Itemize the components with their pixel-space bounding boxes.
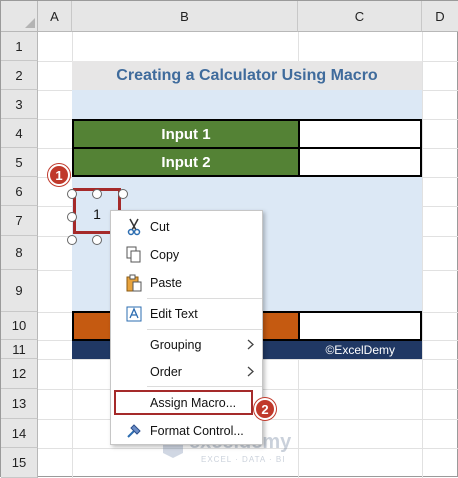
row-header-12[interactable]: 12 — [1, 359, 38, 389]
menu-item-cut[interactable]: Cut — [111, 213, 262, 240]
grouping-icon — [123, 335, 145, 355]
menu-item-paste-label: Paste — [150, 275, 182, 290]
menu-separator — [147, 298, 262, 299]
row-header-4[interactable]: 4 — [1, 119, 38, 148]
row-header-6[interactable]: 6 — [1, 177, 38, 206]
resize-handle-middle-left[interactable] — [67, 212, 77, 222]
column-header-b[interactable]: B — [72, 1, 298, 32]
menu-item-paste[interactable]: Paste — [111, 269, 262, 296]
resize-handle-bottom-left[interactable] — [67, 235, 77, 245]
chevron-right-icon — [247, 339, 254, 350]
column-header-c[interactable]: C — [298, 1, 422, 32]
menu-item-order-label: Order — [150, 364, 182, 379]
menu-separator — [147, 329, 262, 330]
row-header-5[interactable]: 5 — [1, 148, 38, 177]
chevron-right-icon — [247, 366, 254, 377]
row-header-9[interactable]: 9 — [1, 270, 38, 312]
column-header-d[interactable]: D — [422, 1, 458, 32]
resize-handle-top-left[interactable] — [67, 189, 77, 199]
menu-item-edit-text[interactable]: Edit Text — [111, 300, 262, 327]
row-header-14[interactable]: 14 — [1, 419, 38, 448]
row-header-8[interactable]: 8 — [1, 236, 38, 270]
menu-item-format-control[interactable]: Format Control... — [111, 417, 262, 444]
calculator-title: Creating a Calculator Using Macro — [72, 61, 422, 90]
row-header-13[interactable]: 13 — [1, 389, 38, 419]
menu-item-cut-label: Cut — [150, 219, 170, 234]
select-all-triangle — [25, 18, 35, 28]
column-header-a[interactable]: A — [38, 1, 72, 32]
input2-label: Input 2 — [72, 147, 300, 177]
copy-icon — [123, 245, 145, 265]
gridline-col-d — [422, 32, 423, 478]
resize-handle-top-middle[interactable] — [92, 189, 102, 199]
scissors-icon — [123, 217, 145, 237]
spreadsheet-window: A B C D 1 2 3 4 5 6 7 8 9 10 11 12 13 14… — [0, 0, 458, 478]
edit-text-icon — [123, 304, 145, 324]
format-control-icon — [123, 421, 145, 441]
menu-item-edit-text-label: Edit Text — [150, 306, 198, 321]
row-header-10[interactable]: 10 — [1, 312, 38, 340]
footer-brand-text: ©ExcelDemy — [325, 343, 395, 357]
resize-handle-bottom-middle[interactable] — [92, 235, 102, 245]
order-icon — [123, 362, 145, 382]
menu-item-copy[interactable]: Copy — [111, 241, 262, 268]
input1-label: Input 1 — [72, 119, 300, 149]
menu-item-format-control-label: Format Control... — [150, 423, 244, 438]
resize-handle-top-right[interactable] — [118, 189, 128, 199]
row-header-11[interactable]: 11 — [1, 340, 38, 359]
menu-separator — [147, 386, 262, 387]
clipboard-paste-icon — [123, 273, 145, 293]
row-header-7[interactable]: 7 — [1, 206, 38, 236]
row-header-15[interactable]: 15 — [1, 448, 38, 478]
input1-cell[interactable] — [298, 119, 422, 149]
row-header-2[interactable]: 2 — [1, 61, 38, 90]
menu-item-grouping-label: Grouping — [150, 337, 202, 352]
watermark-tagline: EXCEL · DATA · BI — [201, 455, 286, 464]
row-header-1[interactable]: 1 — [1, 32, 38, 61]
menu-item-copy-label: Copy — [150, 247, 180, 262]
row-header-3[interactable]: 3 — [1, 90, 38, 119]
menu-item-grouping[interactable]: Grouping — [111, 331, 262, 358]
context-menu: Cut Copy Paste Edit Text Grouping Order … — [110, 210, 263, 445]
input2-cell[interactable] — [298, 147, 422, 177]
select-all-corner[interactable] — [1, 1, 38, 32]
step-callout-1: 1 — [48, 164, 70, 186]
menu-item-order[interactable]: Order — [111, 358, 262, 385]
assign-macro-highlight — [114, 390, 253, 415]
result-cell[interactable] — [298, 311, 422, 341]
step-callout-2: 2 — [254, 398, 276, 420]
